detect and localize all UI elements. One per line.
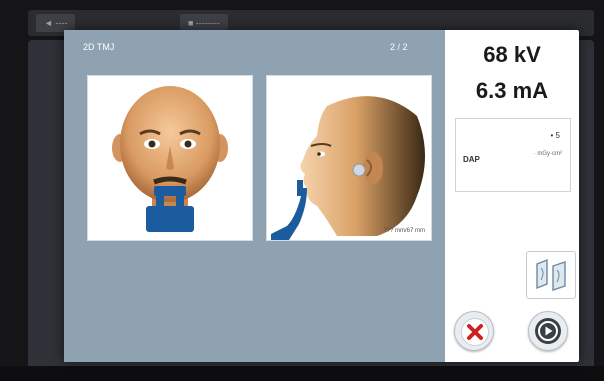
kv-value: 68 kV	[483, 42, 541, 67]
close-icon	[467, 324, 483, 340]
view-toggle-button[interactable]	[526, 251, 576, 299]
front-face-illustration	[112, 86, 228, 232]
side-face-illustration	[271, 96, 425, 240]
front-view-image	[87, 75, 253, 241]
side-view-image: ??? mm/67 mm	[266, 75, 432, 241]
play-icon	[538, 321, 558, 341]
background-bottom-bar	[0, 366, 604, 381]
dap-panel: • 5 DAP · mGy·cm²	[455, 118, 571, 192]
dap-unit: · mGy·cm²	[533, 151, 562, 157]
scale-note: ??? mm/67 mm	[383, 228, 425, 234]
cancel-button[interactable]	[454, 311, 494, 351]
dap-value: • 5	[550, 131, 560, 140]
stage-title: 2D TMJ	[83, 42, 115, 52]
tmj-view-icon	[536, 258, 566, 291]
start-exposure-button[interactable]	[528, 311, 568, 351]
stage-page-indicator: 2 / 2	[390, 42, 408, 52]
dap-label: DAP	[463, 155, 480, 164]
ma-value: 6.3 mA	[475, 78, 549, 103]
